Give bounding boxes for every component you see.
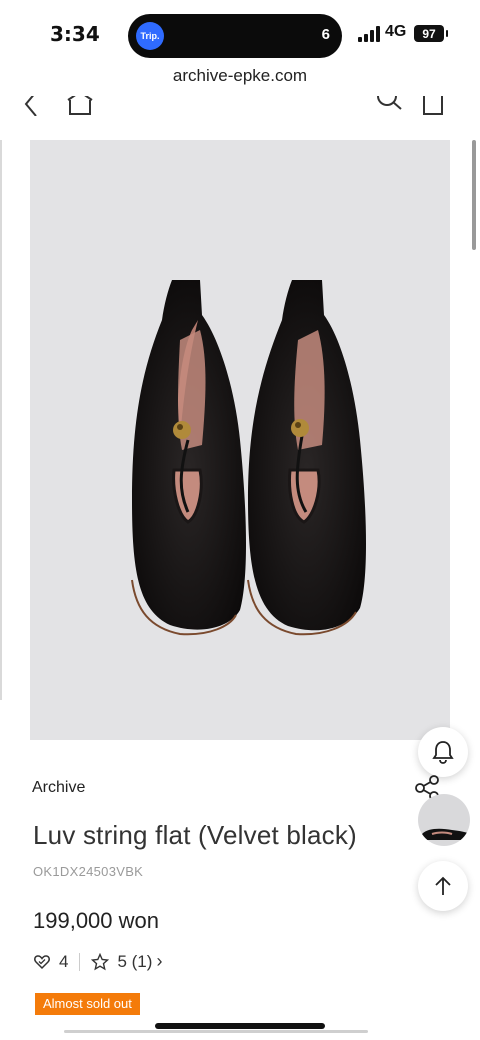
reviews-chevron[interactable]: › — [156, 951, 162, 972]
shoe-illustration — [131, 280, 366, 636]
stock-status-badge: Almost sold out — [35, 993, 140, 1015]
signal-icon — [358, 26, 380, 42]
bell-icon — [432, 741, 454, 764]
home-indicator[interactable] — [155, 1023, 325, 1029]
recent-item-thumbnail[interactable] — [418, 794, 470, 846]
home-icon[interactable] — [66, 96, 94, 116]
url-bar[interactable]: archive-epke.com — [0, 66, 480, 100]
product-price: 199,000 won — [33, 908, 159, 933]
back-chevron-icon[interactable] — [22, 96, 40, 116]
bottom-bar-line — [64, 1030, 368, 1033]
network-type: 4G — [385, 23, 407, 40]
shopping-bag-icon[interactable] — [420, 96, 446, 116]
scrollbar[interactable] — [472, 140, 476, 250]
arrow-up-icon — [435, 876, 451, 895]
island-counter: 6 — [321, 26, 330, 43]
review-rating[interactable]: 5 (1) — [117, 952, 152, 972]
right-shoe — [247, 280, 366, 636]
notify-button[interactable] — [418, 727, 468, 777]
status-time: 3:34 — [50, 22, 100, 46]
left-divider — [0, 140, 2, 700]
product-title: Luv string flat (Velvet black) — [33, 820, 357, 850]
scroll-top-button[interactable] — [418, 861, 468, 911]
product-code: OK1DX24503VBK — [33, 864, 144, 879]
thumbnail-shoe — [422, 828, 470, 840]
stats-divider — [79, 952, 81, 971]
product-image[interactable] — [30, 140, 450, 740]
search-icon[interactable] — [374, 96, 404, 116]
like-count[interactable]: 4 — [59, 952, 68, 972]
heart-icon[interactable] — [33, 953, 51, 971]
dynamic-island[interactable]: Trip. 6 — [128, 14, 342, 58]
product-stats: 4 5 (1) › — [33, 951, 162, 972]
star-icon — [91, 952, 110, 970]
left-shoe — [131, 280, 246, 636]
battery-indicator: 97 — [414, 25, 448, 42]
trip-app-icon: Trip. — [136, 22, 164, 50]
status-bar: 3:34 Trip. 6 4G 97 — [0, 0, 480, 66]
brand-name[interactable]: Archive — [32, 779, 85, 797]
